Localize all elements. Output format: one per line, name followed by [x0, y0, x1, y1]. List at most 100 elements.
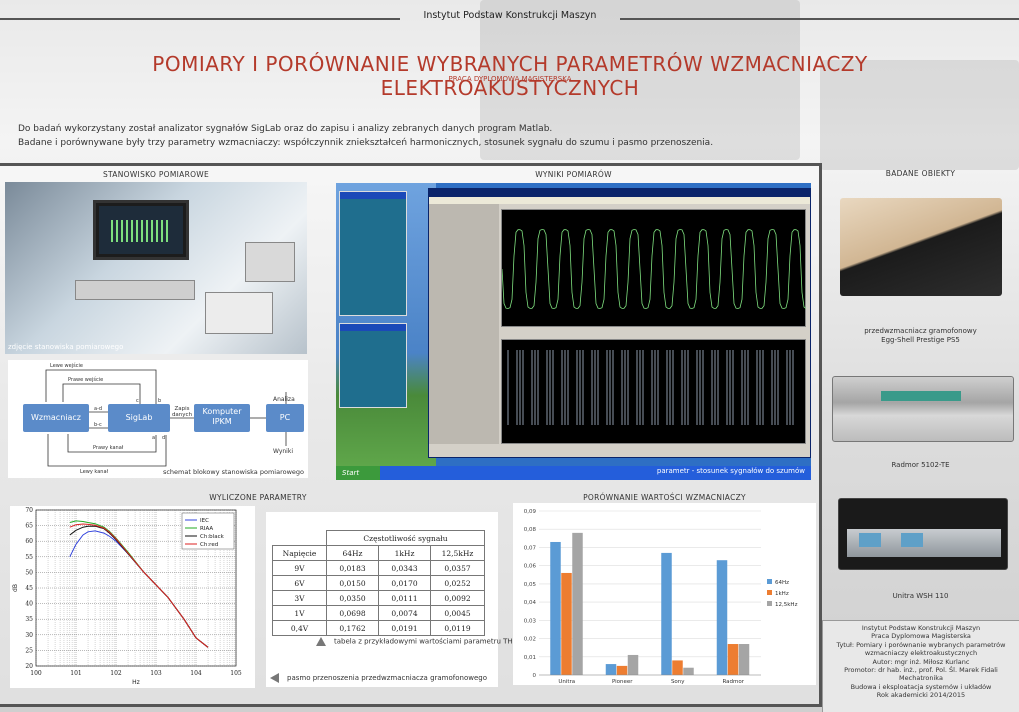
table-cell: 0,1762: [326, 620, 379, 636]
start-button: Start: [336, 466, 380, 480]
table-cell: 0,0074: [378, 605, 431, 621]
info-line: Tytuł: Pomiary i porównanie wybranych pa…: [836, 640, 1006, 649]
legend-label: 12,5kHz: [775, 602, 798, 608]
object-caption: Radmor 5102-TE: [822, 461, 1019, 470]
table-cell: 9V: [272, 560, 327, 576]
port-label: a: [152, 435, 156, 441]
x-tick-label: Unitra: [558, 679, 575, 685]
block-diagram-caption: schemat blokowy stanowiska pomiarowego: [162, 468, 304, 476]
intro-text: Do badań wykorzystany został analizator …: [18, 122, 713, 150]
section-comparison: PORÓWNANIE WARTOŚCI WZMACNIACZY: [583, 493, 746, 502]
unitra-image: [838, 498, 1008, 570]
waveform-trace: [501, 229, 807, 309]
x-tick-label: 103: [150, 670, 162, 677]
info-line: Autor: mgr inż. Miłosz Kurlanc: [872, 657, 970, 666]
siglab-control-panel: [339, 323, 407, 408]
y-tick-label: 0,09: [524, 509, 537, 515]
y-tick-label: 0,05: [524, 582, 537, 588]
unitra-meter: [901, 533, 923, 547]
legend-swatch: [767, 601, 772, 606]
frequency-response-chart: 100 101 102 103 104 105 20 25 30 35 40 45 50 55 60 65 70…: [10, 506, 255, 688]
amp-block: Wzmacniacz: [23, 404, 89, 432]
y-tick-label: 0,01: [524, 655, 536, 661]
table-cell: 0,0183: [326, 560, 379, 576]
legend-label: 1kHz: [775, 591, 789, 597]
table-cell: 1V: [272, 605, 327, 621]
table-cell: 0,0119: [430, 620, 485, 636]
y-tick-label: 0: [533, 673, 537, 679]
table-cell: 0,0343: [378, 560, 431, 576]
table-cell: 3V: [272, 590, 327, 606]
section-setup: STANOWISKO POMIAROWE: [102, 170, 210, 179]
table-cell: 0,0698: [326, 605, 379, 621]
table-cell: 0,0252: [430, 575, 485, 591]
port-label: d: [162, 435, 166, 441]
info-line: Promotor: dr hab. inż., prof. Pol. Śl. M…: [844, 666, 998, 675]
radmor-image: [832, 376, 1014, 442]
table-note: tabela z przykładowymi wartościami param…: [316, 637, 518, 646]
y-tick-label: 65: [25, 523, 33, 530]
y-tick-label: 0,02: [524, 637, 536, 643]
table-group-header: Częstotliwość sygnału: [326, 530, 485, 546]
info-line: Rok akademicki 2014/2015: [876, 691, 966, 700]
table-cell: 0,0111: [378, 590, 431, 606]
legend-label: 64Hz: [775, 580, 789, 586]
info-box: Instytut Podstaw Konstrukcji Maszyn Prac…: [822, 620, 1019, 712]
table-cell: 0,0092: [430, 590, 485, 606]
bar: [727, 644, 739, 675]
x-tick-label: 101: [70, 670, 81, 677]
y-tick-label: 55: [25, 554, 33, 561]
bar: [672, 660, 683, 675]
info-line: Instytut Podstaw Konstrukcji Maszyn: [861, 624, 981, 632]
legend-label: RIAA: [200, 526, 213, 532]
y-tick-label: 0,03: [524, 618, 537, 624]
section-results: WYNIKI POMIARÓW: [535, 170, 612, 179]
table-row: 3V 0,0350 0,0111 0,0092: [272, 590, 485, 606]
y-tick-label: 0,06: [524, 564, 537, 570]
x-tick-label: 100: [30, 670, 42, 677]
siglab-control-panel: [339, 191, 407, 316]
egg-shell-image: [840, 198, 1002, 296]
window-menu: [429, 197, 810, 204]
amplifier-image: [75, 280, 195, 300]
bar: [683, 667, 694, 675]
port-label: a-d: [94, 406, 103, 412]
object-model: Egg-Shell Prestige PS5: [881, 336, 960, 344]
table-cell: 0,0350: [326, 590, 379, 606]
table-col-header: Napięcie: [272, 545, 327, 561]
header-institute: Instytut Podstaw Konstrukcji Maszyn: [423, 10, 597, 21]
instrument-image: [245, 242, 295, 282]
info-line: Budowa i eksploatacja systemów i układów: [850, 682, 992, 691]
arrow-left-icon: [270, 673, 279, 683]
siglab-image: [205, 292, 273, 334]
x-tick-label: Pioneer: [612, 679, 633, 685]
siglab-block: SigLab: [108, 404, 170, 432]
y-tick-label: 0,07: [524, 545, 537, 551]
table-note-text: tabela z przykładowymi wartościami param…: [334, 637, 519, 646]
bar: [661, 552, 672, 675]
table-cell: 0,4V: [272, 620, 327, 636]
comparison-chart-box: 0 0,01 0,02 0,03 0,04 0,05 0,06 0,07 0,08 0,09 Uni…: [513, 503, 816, 685]
y-tick-label: 60: [25, 538, 33, 545]
software-screenshot: Start parametr - stosunek sygnałów do sz…: [336, 183, 811, 480]
bar: [627, 654, 639, 675]
table-cell: 0,0191: [378, 620, 431, 636]
legend-swatch: [767, 590, 772, 595]
intro-line: Badane i porównywane były trzy parametry…: [18, 138, 714, 148]
object-name: przedwzmacniacz gramofonowy: [864, 327, 977, 335]
table-cell: 0,0150: [326, 575, 379, 591]
chart-note: pasmo przenoszenia przedwzmacniacza gram…: [270, 673, 487, 683]
table-row: 6V 0,0150 0,0170 0,0252: [272, 575, 485, 591]
bar: [716, 560, 728, 675]
y-axis-label: dB: [12, 584, 19, 592]
arrow-up-icon: [316, 637, 326, 646]
y-tick-label: 70: [25, 507, 33, 514]
table-cell: 0,0357: [430, 560, 485, 576]
intro-line: Do badań wykorzystany został analizator …: [18, 124, 553, 134]
table-row: 9V 0,0183 0,0343 0,0357: [272, 560, 485, 576]
pc-block: PC: [266, 404, 304, 432]
object-caption: przedwzmacniacz gramofonowy Egg-Shell Pr…: [822, 327, 1019, 345]
section-objects: BADANE OBIEKTY: [885, 169, 956, 178]
port-label: b-c: [94, 422, 102, 428]
bar: [605, 664, 617, 675]
